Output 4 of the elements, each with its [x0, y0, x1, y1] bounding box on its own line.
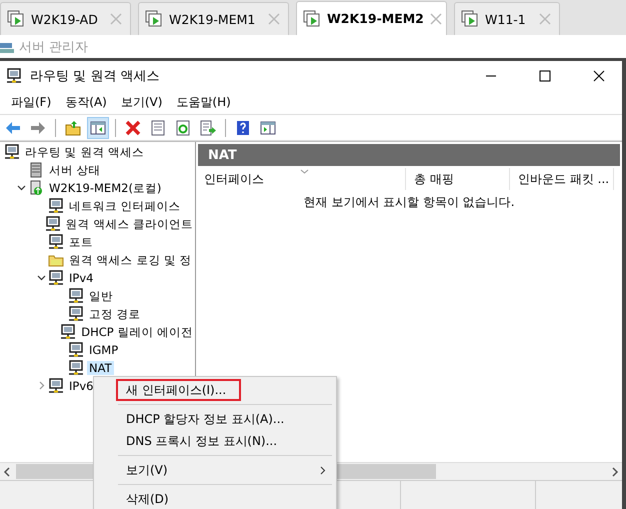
window-title: 라우팅 및 원격 액세스	[30, 68, 160, 85]
empty-message: 현재 보기에서 표시할 항목이 없습니다.	[302, 194, 516, 211]
app-title: 서버 관리자	[19, 38, 88, 56]
pane-title: NAT	[198, 144, 620, 166]
